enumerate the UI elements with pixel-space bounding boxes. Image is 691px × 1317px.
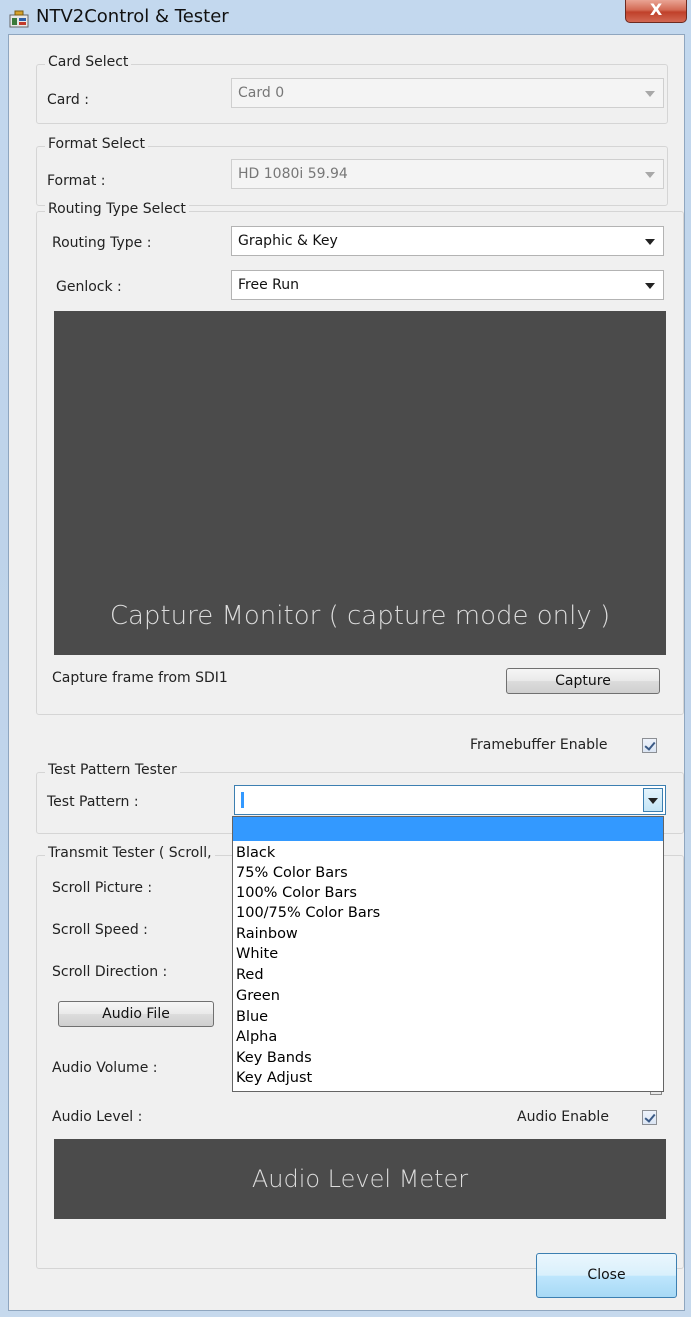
audio-level-label: Audio Level :	[52, 1109, 143, 1125]
card-combo[interactable]: Card 0	[231, 78, 664, 108]
routing-type-combo[interactable]: Graphic & Key	[231, 226, 664, 256]
close-icon[interactable]: X	[625, 0, 687, 23]
test-pattern-dropdown-list[interactable]: Black 75% Color Bars 100% Color Bars 100…	[232, 816, 664, 1092]
card-select-group: Card Select Card : Card 0	[36, 54, 668, 124]
card-value: Card 0	[238, 85, 285, 101]
dropdown-option-green[interactable]: Green	[236, 986, 280, 1006]
dropdown-option-black[interactable]: Black	[236, 843, 275, 863]
dropdown-option-100-75-color-bars[interactable]: 100/75% Color Bars	[236, 903, 380, 923]
chevron-down-icon	[645, 283, 655, 289]
capture-source-label: Capture frame from SDI1	[52, 670, 228, 686]
capture-monitor-text: Capture Monitor ( capture mode only )	[109, 601, 611, 631]
test-pattern-title: Test Pattern Tester	[45, 762, 180, 778]
format-select-title: Format Select	[45, 136, 148, 152]
dropdown-option-rainbow[interactable]: Rainbow	[236, 924, 298, 944]
chevron-down-icon	[645, 91, 655, 97]
genlock-value: Free Run	[238, 277, 300, 293]
format-value: HD 1080i 59.94	[238, 166, 348, 182]
genlock-combo[interactable]: Free Run	[231, 270, 664, 300]
dropdown-option-red[interactable]: Red	[236, 965, 264, 985]
routing-type-label: Routing Type :	[52, 235, 152, 251]
audio-file-button[interactable]: Audio File	[58, 1001, 214, 1027]
dropdown-option-key-adjust[interactable]: Key Adjust	[236, 1068, 312, 1088]
capture-monitor: Capture Monitor ( capture mode only )	[54, 311, 666, 655]
scroll-speed-label: Scroll Speed :	[52, 922, 148, 938]
dropdown-option-blue[interactable]: Blue	[236, 1007, 268, 1027]
routing-type-value: Graphic & Key	[238, 233, 338, 249]
dialog-client: Card Select Card : Card 0 Format Select …	[8, 34, 685, 1311]
dropdown-toggle[interactable]	[643, 788, 663, 812]
capture-button[interactable]: Capture	[506, 668, 660, 694]
test-pattern-combo[interactable]	[234, 785, 666, 815]
format-label: Format :	[47, 173, 106, 189]
format-select-group: Format Select Format : HD 1080i 59.94	[36, 136, 668, 206]
framebuffer-enable-label: Framebuffer Enable	[470, 737, 608, 753]
transmit-title: Transmit Tester ( Scroll,	[45, 845, 215, 861]
dropdown-option-white[interactable]: White	[236, 944, 278, 964]
audio-level-meter: Audio Level Meter	[54, 1139, 666, 1219]
chevron-down-icon	[648, 798, 658, 804]
dropdown-highlight-empty-item[interactable]	[233, 817, 663, 841]
audio-volume-label: Audio Volume :	[52, 1060, 158, 1076]
window-title: NTV2Control & Tester	[36, 6, 229, 27]
audio-enable-checkbox[interactable]	[642, 1110, 657, 1125]
text-caret	[241, 792, 244, 808]
framebuffer-enable-checkbox[interactable]	[642, 738, 657, 753]
audio-level-meter-text: Audio Level Meter	[251, 1165, 469, 1193]
dropdown-option-75-color-bars[interactable]: 75% Color Bars	[236, 863, 348, 883]
dropdown-option-100-color-bars[interactable]: 100% Color Bars	[236, 883, 357, 903]
audio-enable-label: Audio Enable	[517, 1109, 609, 1125]
scroll-direction-label: Scroll Direction :	[52, 964, 168, 980]
genlock-label: Genlock :	[56, 279, 122, 295]
card-select-title: Card Select	[45, 54, 132, 70]
scroll-picture-label: Scroll Picture :	[52, 880, 153, 896]
test-pattern-label: Test Pattern :	[47, 794, 139, 810]
routing-title: Routing Type Select	[45, 201, 189, 217]
title-bar[interactable]: NTV2Control & Tester X	[0, 0, 691, 34]
format-combo[interactable]: HD 1080i 59.94	[231, 159, 664, 189]
card-label: Card :	[47, 92, 89, 108]
routing-group: Routing Type Select Routing Type : Graph…	[36, 201, 684, 715]
app-window-icon	[9, 10, 29, 28]
dropdown-option-key-bands[interactable]: Key Bands	[236, 1048, 312, 1068]
chevron-down-icon	[645, 172, 655, 178]
dropdown-option-alpha[interactable]: Alpha	[236, 1027, 277, 1047]
chevron-down-icon	[645, 239, 655, 245]
close-button[interactable]: Close	[536, 1253, 677, 1298]
